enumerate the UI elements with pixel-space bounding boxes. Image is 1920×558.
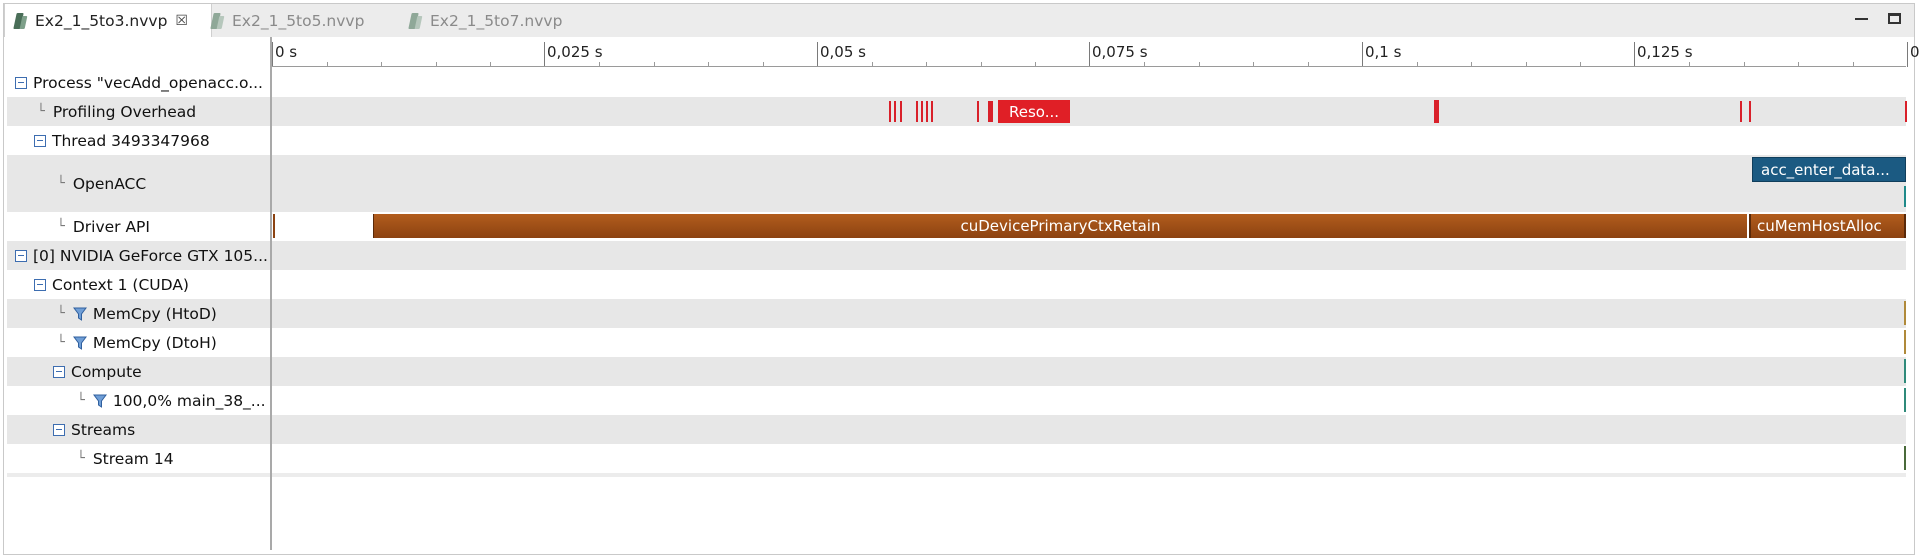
row-profiling-overhead[interactable]: └ Profiling Overhead <box>7 97 1906 126</box>
collapse-icon[interactable] <box>53 365 65 378</box>
row-stream-14[interactable]: └ Stream 14 <box>7 444 1906 473</box>
ruler-baseline <box>272 66 1906 67</box>
compute-mark[interactable] <box>1904 359 1906 383</box>
overhead-mark[interactable] <box>921 101 923 122</box>
cu-mem-host-alloc-bar[interactable]: cuMemHostAlloc <box>1749 214 1906 238</box>
ruler-tick-label: 0 s <box>275 43 298 61</box>
ruler-tick-label: 0,075 s <box>1092 43 1148 61</box>
ruler-tick-label: 0,125 s <box>1637 43 1693 61</box>
row-label: Process "vecAdd_openacc.o... <box>33 73 263 92</box>
tree-elbow-icon: └ <box>57 219 65 234</box>
row-label: Driver API <box>72 217 150 236</box>
row-label: OpenACC <box>72 174 147 193</box>
overhead-mark[interactable] <box>977 101 979 122</box>
time-ruler: 0 s 0,025 s 0,05 s 0,075 s 0,1 s 0,125 s… <box>272 37 1920 67</box>
overhead-mark[interactable] <box>1749 101 1751 122</box>
row-memcpy-htod[interactable]: └ MemCpy (HtoD) <box>7 299 1906 328</box>
openacc-enter-data-bar[interactable]: acc_enter_data... <box>1752 157 1906 182</box>
memcpy-dtoh-mark[interactable] <box>1904 330 1906 354</box>
ruler-tick-label: 0,15 <box>1910 43 1920 61</box>
row-process[interactable]: Process "vecAdd_openacc.o... <box>7 68 1906 97</box>
ruler-tick-label: 0,025 s <box>547 43 603 61</box>
row-label: Compute <box>71 362 142 381</box>
row-label: Thread 3493347968 <box>52 131 210 150</box>
filter-funnel-icon <box>72 336 87 350</box>
collapse-icon[interactable] <box>53 423 65 436</box>
stream-mark[interactable] <box>1904 446 1906 470</box>
tree-elbow-icon: └ <box>37 104 45 119</box>
overhead-mark[interactable] <box>889 101 891 122</box>
tab-label: Ex2_1_5to3.nvvp <box>35 11 168 30</box>
overhead-bar[interactable]: Reso... <box>998 100 1070 123</box>
tree-elbow-icon: └ <box>57 176 65 191</box>
filter-funnel-icon <box>72 307 87 321</box>
tab-label: Ex2_1_5to5.nvvp <box>232 11 365 30</box>
overhead-mark[interactable] <box>931 101 933 122</box>
kernel-mark[interactable] <box>1904 388 1906 412</box>
cu-device-primary-ctx-retain-bar[interactable]: cuDevicePrimaryCtxRetain <box>373 214 1747 238</box>
maximize-icon[interactable] <box>1888 13 1901 24</box>
row-thread[interactable]: Thread 3493347968 <box>7 126 1906 155</box>
collapse-icon[interactable] <box>15 76 27 89</box>
row-label: [0] NVIDIA GeForce GTX 105... <box>33 246 268 265</box>
row-compute[interactable]: Compute <box>7 357 1906 386</box>
row-device[interactable]: [0] NVIDIA GeForce GTX 105... <box>7 241 1906 270</box>
tree-elbow-icon: └ <box>57 306 65 321</box>
row-label: Profiling Overhead <box>52 102 197 121</box>
row-end-strip <box>7 473 1906 477</box>
tree-elbow-icon: └ <box>77 393 85 408</box>
row-kernel[interactable]: └ 100,0% main_38_... <box>7 386 1906 415</box>
row-label: Stream 14 <box>92 449 174 468</box>
tree-elbow-icon: └ <box>77 451 85 466</box>
filter-funnel-icon <box>92 394 107 408</box>
memcpy-htod-mark[interactable] <box>1904 301 1906 325</box>
collapse-icon[interactable] <box>15 249 27 262</box>
overhead-mark[interactable] <box>894 101 896 122</box>
nvvp-file-icon <box>13 12 28 30</box>
ruler-tick-label: 0,05 s <box>820 43 866 61</box>
ruler-tick-label: 0,1 s <box>1365 43 1402 61</box>
editor-tab-bar: Ex2_1_5to3.nvvp ☒ Ex2_1_5to5.nvvp Ex2_1_… <box>4 4 1914 37</box>
collapse-icon[interactable] <box>34 278 46 291</box>
row-label: MemCpy (DtoH) <box>92 333 217 352</box>
row-label: MemCpy (HtoD) <box>92 304 217 323</box>
overhead-mark[interactable] <box>900 101 902 122</box>
overhead-mark[interactable] <box>1905 101 1907 122</box>
tab-ex2-1-5to5[interactable]: Ex2_1_5to5.nvvp <box>210 4 400 37</box>
row-label: Streams <box>71 420 136 439</box>
pane-divider[interactable] <box>270 37 272 550</box>
tab-ex2-1-5to7[interactable]: Ex2_1_5to7.nvvp <box>408 4 598 37</box>
row-streams[interactable]: Streams <box>7 415 1906 444</box>
tab-label: Ex2_1_5to7.nvvp <box>430 11 563 30</box>
overhead-mark[interactable] <box>1434 100 1439 123</box>
row-openacc[interactable]: └ OpenACC <box>7 155 1906 212</box>
tree-elbow-icon: └ <box>57 335 65 350</box>
nvvp-file-icon <box>210 12 225 30</box>
row-memcpy-dtoh[interactable]: └ MemCpy (DtoH) <box>7 328 1906 357</box>
collapse-icon[interactable] <box>34 134 46 147</box>
close-icon[interactable]: ☒ <box>175 13 188 29</box>
driver-mark[interactable] <box>273 214 275 238</box>
tab-ex2-1-5to3[interactable]: Ex2_1_5to3.nvvp ☒ <box>4 4 212 37</box>
nvvp-file-icon <box>408 12 423 30</box>
row-label: 100,0% main_38_... <box>112 391 266 410</box>
row-label: Context 1 (CUDA) <box>52 275 189 294</box>
openacc-mark[interactable] <box>1904 186 1906 207</box>
overhead-mark[interactable] <box>988 101 993 122</box>
row-context[interactable]: Context 1 (CUDA) <box>7 270 1906 299</box>
overhead-mark[interactable] <box>916 101 918 122</box>
minimize-icon[interactable] <box>1855 14 1868 20</box>
overhead-mark[interactable] <box>1740 101 1742 122</box>
overhead-mark[interactable] <box>926 101 928 122</box>
